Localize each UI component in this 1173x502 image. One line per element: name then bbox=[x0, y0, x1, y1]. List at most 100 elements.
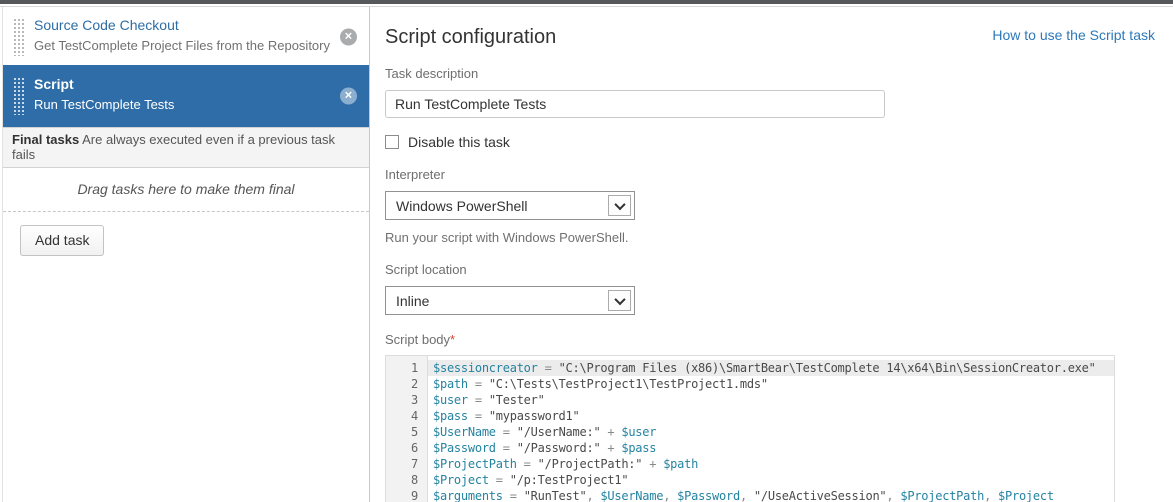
drag-hint-text: Drag tasks here to make them final bbox=[77, 181, 294, 197]
code-token: $path bbox=[433, 377, 468, 391]
line-number: 7 bbox=[386, 456, 427, 472]
task-description-input[interactable] bbox=[385, 90, 885, 118]
remove-task-icon[interactable]: ✕ bbox=[340, 88, 357, 105]
code-token: = bbox=[468, 393, 489, 407]
code-token: $ProjectPath bbox=[433, 457, 517, 471]
code-token: "mypassword1" bbox=[489, 409, 580, 423]
script-body-label: Script body* bbox=[385, 332, 1155, 347]
code-gutter: 12345678910 bbox=[386, 356, 428, 502]
code-token: $Project bbox=[433, 473, 489, 487]
code-token: = bbox=[468, 409, 489, 423]
code-token: , bbox=[586, 489, 600, 502]
line-number: 4 bbox=[386, 408, 427, 424]
disable-task-checkbox[interactable] bbox=[385, 135, 399, 149]
help-link[interactable]: How to use the Script task bbox=[992, 27, 1155, 43]
final-tasks-header: Final tasks Are always executed even if … bbox=[3, 127, 369, 168]
task-title[interactable]: Source Code Checkout bbox=[34, 16, 330, 35]
remove-task-icon[interactable]: ✕ bbox=[340, 28, 357, 45]
script-location-value: Inline bbox=[396, 293, 429, 309]
script-body-editor[interactable]: 12345678910 $sessioncreator = "C:\Progra… bbox=[385, 355, 1115, 502]
code-token: = bbox=[503, 489, 524, 502]
code-token: $Project bbox=[998, 489, 1054, 502]
required-asterisk: * bbox=[450, 332, 455, 347]
code-line[interactable]: $UserName = "/UserName:" + $user bbox=[428, 424, 1114, 440]
line-number: 6 bbox=[386, 440, 427, 456]
code-token: = bbox=[517, 457, 538, 471]
panel-header: Script configuration How to use the Scri… bbox=[385, 26, 1155, 49]
disable-task-row: Disable this task bbox=[385, 134, 1155, 150]
page-title: Script configuration bbox=[385, 26, 556, 49]
code-line[interactable]: $sessioncreator = "C:\Program Files (x86… bbox=[428, 360, 1114, 376]
line-number: 3 bbox=[386, 392, 427, 408]
final-tasks-drop-zone[interactable]: Drag tasks here to make them final bbox=[3, 168, 369, 212]
script-location-select[interactable]: Inline bbox=[385, 286, 635, 315]
code-token: $pass bbox=[621, 441, 656, 455]
task-text: Source Code Checkout Get TestComplete Pr… bbox=[34, 16, 330, 55]
code-token: "C:\Program Files (x86)\SmartBear\TestCo… bbox=[559, 361, 1096, 375]
chevron-down-icon[interactable] bbox=[608, 195, 631, 216]
code-token: = bbox=[489, 473, 510, 487]
code-token: "/UseActiveSession" bbox=[754, 489, 887, 502]
code-line[interactable]: $path = "C:\Tests\TestProject1\TestProje… bbox=[428, 376, 1114, 392]
task-list-sidebar: Source Code Checkout Get TestComplete Pr… bbox=[2, 7, 370, 502]
add-task-button[interactable]: Add task bbox=[20, 225, 104, 256]
code-token: + bbox=[642, 457, 663, 471]
code-token: $UserName bbox=[600, 489, 663, 502]
code-token: "/Password:" bbox=[517, 441, 601, 455]
code-token: $Password bbox=[433, 441, 496, 455]
code-line[interactable]: $arguments = "RunTest", $UserName, $Pass… bbox=[428, 488, 1114, 502]
chevron-down-icon[interactable] bbox=[608, 290, 631, 311]
code-token: , bbox=[886, 489, 900, 502]
code-line[interactable]: $user = "Tester" bbox=[428, 392, 1114, 408]
app-frame: Source Code Checkout Get TestComplete Pr… bbox=[0, 6, 1173, 502]
task-description-label: Task description bbox=[385, 66, 1155, 81]
line-number: 9 bbox=[386, 488, 427, 502]
code-token: "/p:TestProject1" bbox=[510, 473, 629, 487]
code-token: "/ProjectPath:" bbox=[538, 457, 643, 471]
code-token: = bbox=[468, 377, 489, 391]
task-item-source-code-checkout[interactable]: Source Code Checkout Get TestComplete Pr… bbox=[3, 8, 369, 65]
script-configuration-panel: Script configuration How to use the Scri… bbox=[370, 7, 1173, 502]
code-line[interactable]: $Project = "/p:TestProject1" bbox=[428, 472, 1114, 488]
script-location-label: Script location bbox=[385, 262, 1155, 277]
task-subtitle: Get TestComplete Project Files from the … bbox=[34, 37, 330, 55]
top-bar bbox=[0, 0, 1173, 4]
code-lines[interactable]: $sessioncreator = "C:\Program Files (x86… bbox=[428, 356, 1114, 502]
drag-handle-icon[interactable] bbox=[13, 77, 25, 115]
code-token: $user bbox=[621, 425, 656, 439]
code-token: "Tester" bbox=[489, 393, 545, 407]
code-token: + bbox=[600, 441, 621, 455]
code-line[interactable]: $ProjectPath = "/ProjectPath:" + $path bbox=[428, 456, 1114, 472]
task-title[interactable]: Script bbox=[34, 75, 174, 94]
code-token: "RunTest" bbox=[524, 489, 587, 502]
code-token: $UserName bbox=[433, 425, 496, 439]
code-token: $arguments bbox=[433, 489, 503, 502]
interpreter-helper-text: Run your script with Windows PowerShell. bbox=[385, 230, 1155, 245]
code-token: = bbox=[496, 441, 517, 455]
task-item-script[interactable]: Script Run TestComplete Tests ✕ bbox=[3, 65, 369, 127]
code-token: = bbox=[538, 361, 559, 375]
code-token: $pass bbox=[433, 409, 468, 423]
line-number: 8 bbox=[386, 472, 427, 488]
code-token: "C:\Tests\TestProject1\TestProject1.mds" bbox=[489, 377, 768, 391]
interpreter-label: Interpreter bbox=[385, 167, 1155, 182]
code-token: , bbox=[663, 489, 677, 502]
interpreter-value: Windows PowerShell bbox=[396, 198, 528, 214]
line-number: 2 bbox=[386, 376, 427, 392]
code-line[interactable]: $pass = "mypassword1" bbox=[428, 408, 1114, 424]
code-token: $Password bbox=[677, 489, 740, 502]
line-number: 5 bbox=[386, 424, 427, 440]
task-text: Script Run TestComplete Tests bbox=[34, 75, 174, 114]
code-token: $path bbox=[663, 457, 698, 471]
code-token: = bbox=[496, 425, 517, 439]
code-token: "/UserName:" bbox=[517, 425, 601, 439]
final-tasks-label: Final tasks bbox=[12, 132, 79, 147]
interpreter-select[interactable]: Windows PowerShell bbox=[385, 191, 635, 220]
code-token: $user bbox=[433, 393, 468, 407]
code-token: , bbox=[740, 489, 754, 502]
task-subtitle: Run TestComplete Tests bbox=[34, 96, 174, 114]
code-line[interactable]: $Password = "/Password:" + $pass bbox=[428, 440, 1114, 456]
code-token: , bbox=[984, 489, 998, 502]
drag-handle-icon[interactable] bbox=[13, 18, 25, 56]
code-token: + bbox=[600, 425, 621, 439]
